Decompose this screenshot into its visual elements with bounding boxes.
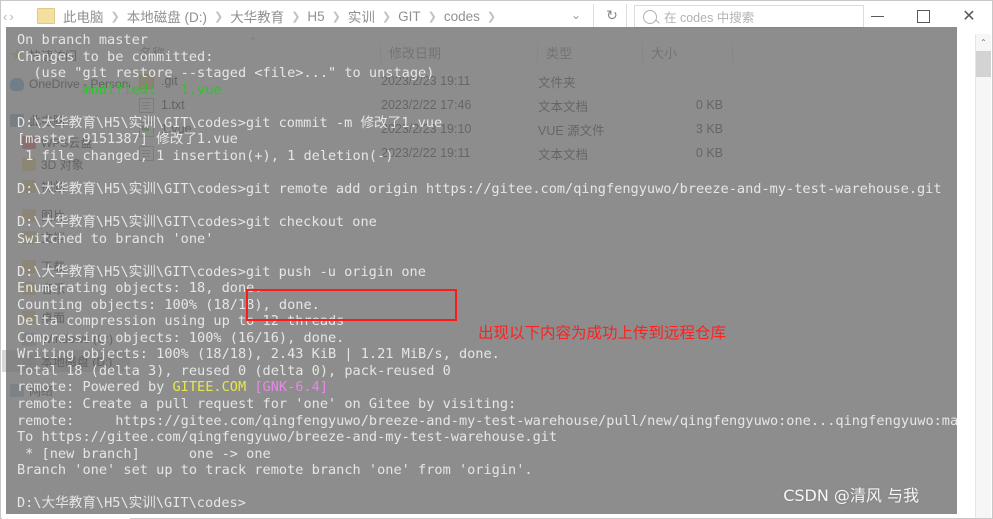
folder-icon xyxy=(37,8,55,24)
search-input[interactable]: 在 codes 中搜索 xyxy=(634,5,864,28)
watermark: CSDN @清风 与我 xyxy=(783,486,919,505)
forward-icon[interactable]: › xyxy=(9,9,15,24)
highlight-box-push-command xyxy=(246,289,457,321)
terminal-line: To https://gitee.com/qingfengyuwo/breeze… xyxy=(17,429,558,446)
terminal-line: 1 file changed, 1 insertion(+), 1 deleti… xyxy=(17,147,394,164)
refresh-icon[interactable]: ↻ xyxy=(601,7,623,24)
navigation-arrows[interactable]: ‹› xyxy=(3,9,16,24)
chevron-right-icon: ❯ xyxy=(110,10,120,23)
chevron-right-icon: ❯ xyxy=(213,10,224,23)
terminal-line: D:\大华教育\H5\实训\GIT\codes>git commit -m 修改… xyxy=(17,114,443,131)
terminal-line: Changes to be committed: xyxy=(17,48,214,65)
minimize-icon xyxy=(870,15,884,17)
terminal-line: Writing objects: 100% (18/18), 2.43 KiB … xyxy=(17,346,500,363)
scroll-up-icon[interactable]: ⌃ xyxy=(976,34,991,50)
breadcrumb-item-2[interactable]: 大华教育 xyxy=(225,6,289,26)
terminal-line: Counting objects: 100% (18/18), done. xyxy=(17,296,320,313)
terminal-text: GITEE.COM xyxy=(172,379,247,396)
toolbar-divider xyxy=(626,4,627,28)
terminal-line: Branch 'one' set up to track remote bran… xyxy=(17,462,533,479)
terminal-line: D:\大华教育\H5\实训\GIT\codes>git checkout one xyxy=(17,214,377,231)
breadcrumb-item-1[interactable]: 本地磁盘 (D:) xyxy=(122,6,212,26)
vertical-scrollbar[interactable]: ⌃ xyxy=(975,34,991,518)
chevron-right-icon: ❯ xyxy=(486,10,497,23)
address-dropdown-icon[interactable]: ⌄ xyxy=(571,8,581,22)
terminal-line: modified: 1.vue xyxy=(17,82,957,99)
terminal-output[interactable]: On branch master Changes to be committed:… xyxy=(17,32,957,512)
search-icon xyxy=(643,9,657,24)
terminal-line: D:\大华教育\H5\实训\GIT\codes>git push -u orig… xyxy=(17,263,426,280)
command-prompt-window[interactable]: C:\Windows\System32\cmd.exe On branch ma… xyxy=(6,27,957,514)
scrollbar-thumb[interactable] xyxy=(976,51,991,77)
breadcrumb-item-4[interactable]: 实训 xyxy=(343,6,380,26)
terminal-line: * [new branch] one -> one xyxy=(17,445,271,462)
terminal-line: remote: Create a pull request for 'one' … xyxy=(17,396,517,413)
close-icon: ✕ xyxy=(962,6,976,25)
terminal-line: Switched to branch 'one' xyxy=(17,230,214,247)
chevron-right-icon: ❯ xyxy=(381,10,392,23)
terminal-line: Enumerating objects: 18, done. xyxy=(17,280,263,297)
terminal-line: (use "git restore --staged <file>..." to… xyxy=(17,65,435,82)
search-placeholder: 在 codes 中搜索 xyxy=(664,11,755,25)
terminal-text: remote: Powered by xyxy=(17,379,173,396)
terminal-line: D:\大华教育\H5\实训\GIT\codes>git remote add o… xyxy=(17,180,942,197)
terminal-line: [master 9151387] 修改了1.vue xyxy=(17,131,238,148)
terminal-line: remote: https://gitee.com/qingfengyuwo/b… xyxy=(17,412,957,429)
breadcrumb-item-0[interactable]: 此电脑 xyxy=(58,6,109,26)
chevron-right-icon: ❯ xyxy=(331,10,341,23)
chevron-right-icon: ❯ xyxy=(291,10,301,23)
terminal-line: remote: Powered by GITEE.COM [GNK-6.4] xyxy=(17,379,957,396)
breadcrumb-item-3[interactable]: H5 xyxy=(302,9,329,24)
breadcrumb-item-6[interactable]: codes xyxy=(439,9,485,24)
terminal-line: On branch master xyxy=(17,32,148,48)
terminal-text: modified: 1.vue xyxy=(82,81,222,98)
terminal-text: [GNK-6.4] xyxy=(254,379,329,396)
breadcrumb-item-5[interactable]: GIT xyxy=(393,9,426,24)
annotation-note: 出现以下内容为成功上传到远程仓库 xyxy=(478,324,727,342)
maximize-icon xyxy=(916,9,930,23)
chevron-right-icon: ❯ xyxy=(427,10,437,23)
terminal-line: Total 18 (delta 3), reused 0 (delta 0), … xyxy=(17,362,451,379)
screenshot-root: ‹› 此电脑 ❯ 本地磁盘 (D:) ❯ 大华教育 ❯ H5 ❯ 实训 ❯ GI… xyxy=(0,0,993,519)
toolbar-divider xyxy=(593,4,594,28)
